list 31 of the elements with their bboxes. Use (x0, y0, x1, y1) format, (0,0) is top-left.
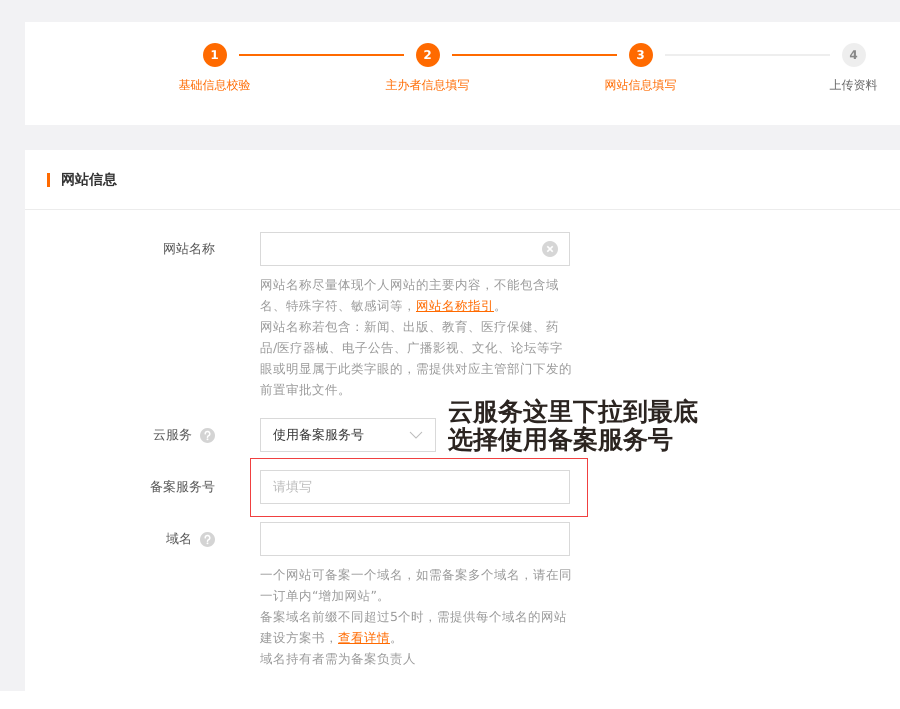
hint-text: 一个网站可备案一个域名，如需备案多个域名，请在同一订单内“增加网站”。 (260, 566, 572, 605)
accent-bar (47, 172, 50, 186)
step-number: 1 (202, 43, 226, 67)
cloud-service-dropdown[interactable]: 使用备案服务号 (260, 418, 436, 452)
help-icon[interactable] (200, 428, 215, 442)
field-label: 备案服务号 (150, 479, 215, 496)
step-number: 4 (842, 43, 866, 67)
hint-text: 网站名称若包含：新闻、出版、教育、医疗保健、药品/医疗器械、电子公告、广播影视、文化、论坛等字眼或明显属于此类字眼的，需提供对应主管部门下发的前置审批文件。 (260, 318, 572, 398)
hint-link[interactable]: 网站名称指引 (416, 298, 494, 313)
hint-text: 备案域名前缀不同超过5个时，需提供每个域名的网站建设方案书，查看详情。 (260, 608, 568, 647)
hint-text: 网站名称尽量体现个人网站的主要内容，不能包含域名、特殊字符、敏感词等，网站名称指引。 (260, 276, 560, 315)
section-title: 网站信息 (61, 170, 117, 188)
step-label: 上传资料 (830, 77, 878, 94)
input-field[interactable] (260, 232, 570, 266)
step-number: 3 (628, 43, 652, 67)
input-field[interactable] (260, 522, 570, 556)
step-label: 网站信息填写 (604, 77, 676, 94)
annotation-text: 云服务这里下拉到最底 (448, 398, 698, 426)
step-label: 基础信息校验 (178, 77, 250, 94)
input-field[interactable]: 请填写 (260, 470, 570, 504)
clear-icon[interactable] (542, 241, 558, 257)
step-label: 主办者信息填写 (386, 77, 470, 94)
field-label: 云服务 (153, 427, 192, 444)
chevron-down-icon (409, 431, 423, 439)
field-label: 域名 (166, 531, 192, 548)
help-icon[interactable] (200, 532, 215, 546)
hint-text: 域名持有者需为备案负责人 (260, 650, 417, 668)
step-number: 2 (416, 43, 440, 67)
field-label: 网站名称 (163, 241, 215, 258)
annotation-text: 选择使用备案服务号 (448, 426, 674, 454)
hint-link[interactable]: 查看详情 (338, 630, 390, 645)
